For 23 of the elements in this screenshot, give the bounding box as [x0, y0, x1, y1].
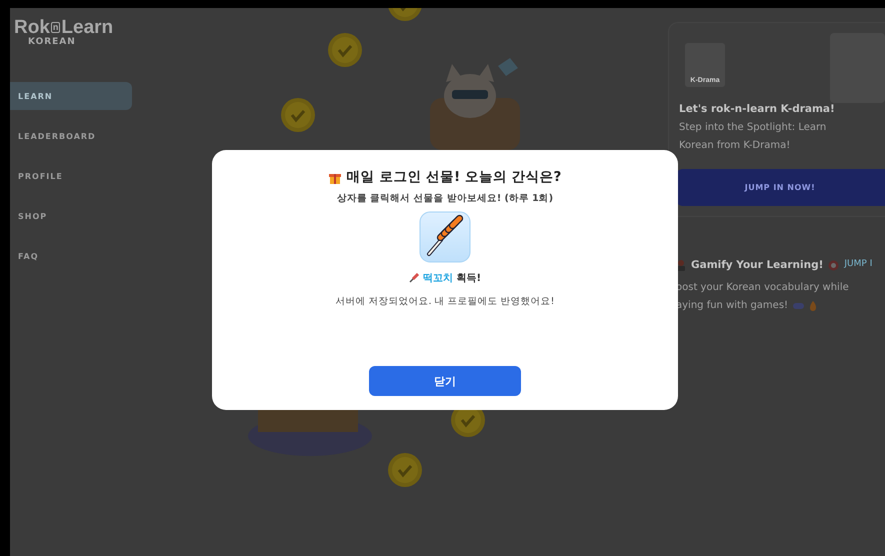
coin-check-icon[interactable]: [388, 453, 422, 487]
jump-in-button[interactable]: JUMP IN NOW!: [675, 169, 885, 206]
sidebar-item[interactable]: SHOP: [10, 202, 132, 230]
close-button[interactable]: 닫기: [369, 366, 521, 396]
coin-check-icon[interactable]: [328, 33, 362, 67]
dialog-title: 매일 로그인 선물! 오늘의 간식은?: [346, 168, 562, 186]
card-description: Step into the Spotlight: Learn Korean from K-Drama!: [679, 121, 828, 153]
dialog-subtitle: 상자를 클릭해서 선물을 받아보세요! (하루 1회): [336, 192, 554, 205]
skewer-icon: [408, 273, 419, 283]
sidebar-item[interactable]: PROFILE: [10, 162, 132, 190]
sidebar-item[interactable]: FAQ: [10, 242, 132, 270]
card-title: Let's rok-n-learn K-drama!: [679, 103, 836, 115]
jump-in-link[interactable]: JUMP I: [844, 259, 872, 269]
card-title: Gamify Your Learning!: [691, 259, 824, 271]
target-icon: [828, 260, 840, 270]
rice-cake-skewer-icon: [419, 211, 471, 263]
coin-check-icon[interactable]: [281, 98, 315, 132]
reward-text: 떡꼬치 획득!: [422, 272, 482, 285]
coin-check-icon[interactable]: [388, 8, 422, 21]
sidebar-item[interactable]: LEARN: [10, 82, 132, 110]
flame-icon: [809, 301, 818, 311]
sidebar-item[interactable]: LEADERBOARD: [10, 122, 132, 150]
saved-message: 서버에 저장되었어요. 내 프로필에도 반영했어요!: [336, 295, 554, 308]
